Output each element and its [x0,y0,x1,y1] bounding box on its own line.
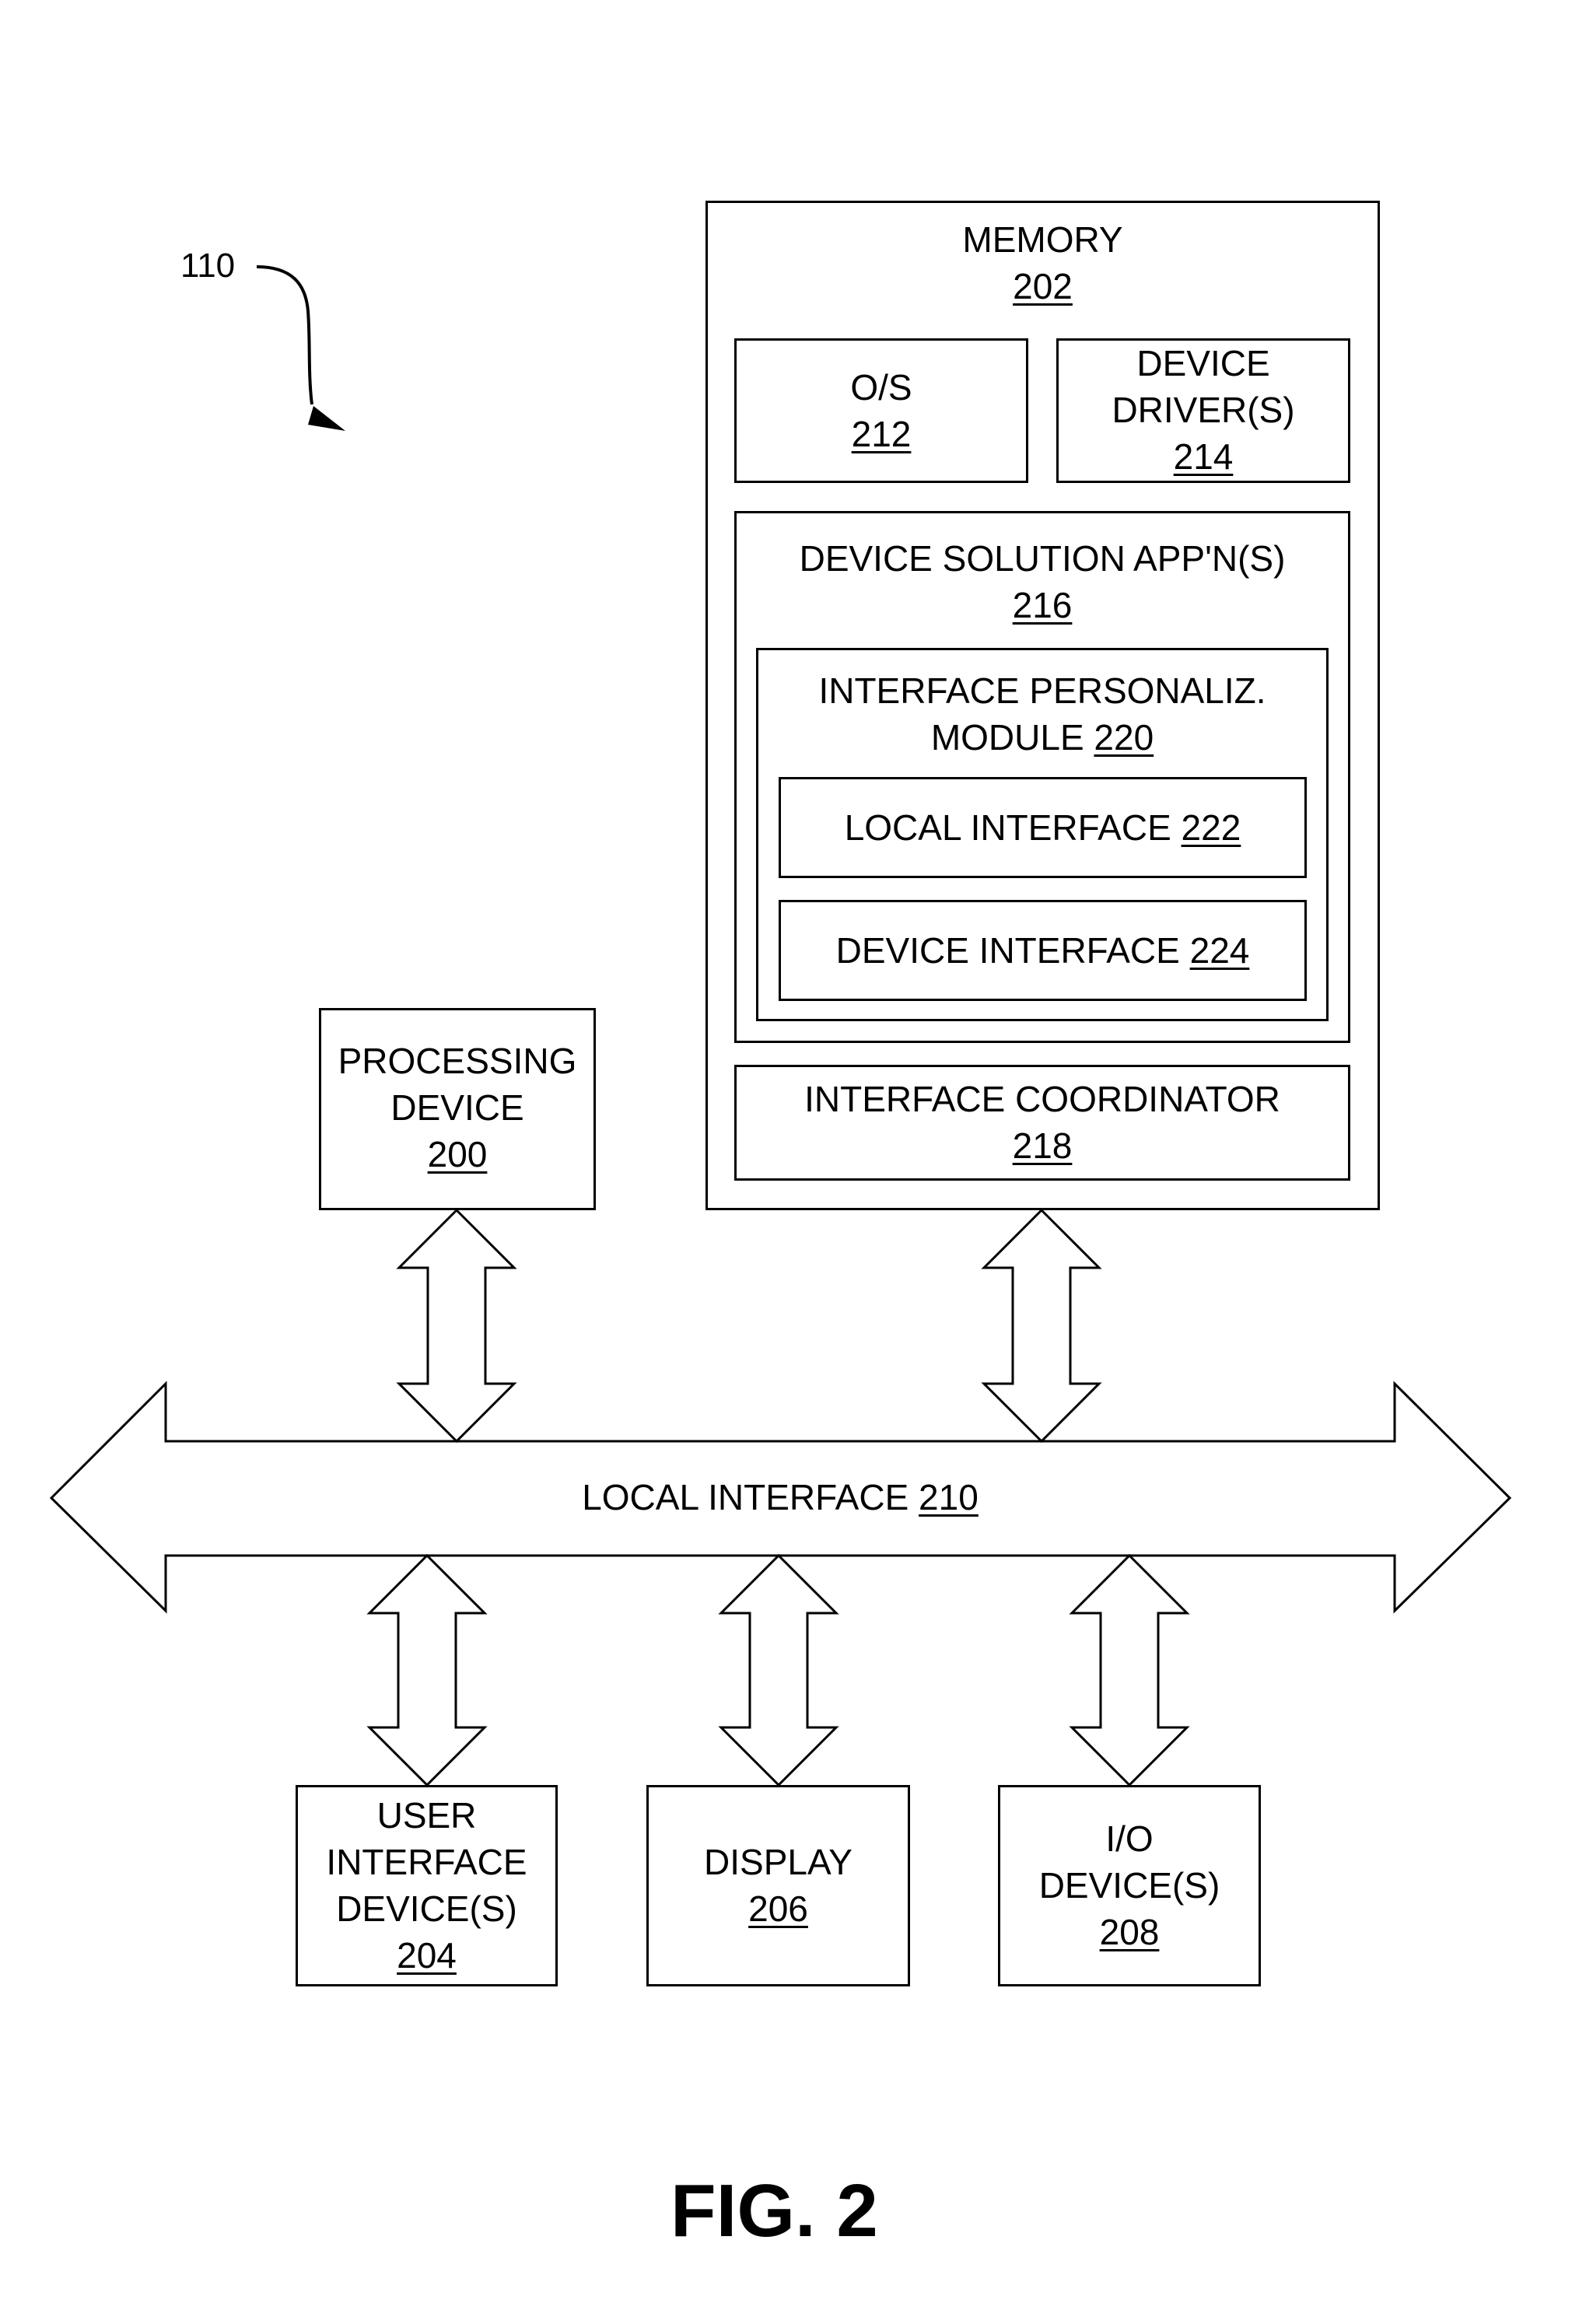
local-interface-222-label: LOCAL INTERFACE 222 [779,804,1307,851]
os-ref: 212 [851,414,912,454]
local-interface-222-title: LOCAL INTERFACE [844,807,1171,848]
os-label: O/S 212 [734,364,1028,457]
ui-devices-bus-arrow-icon [366,1553,488,1787]
memory-label: MEMORY 202 [705,216,1380,310]
interface-personalization-module-label: INTERFACE PERSONALIZ. MODULE 220 [756,667,1329,761]
io-devices-ref: 208 [1099,1912,1160,1952]
display-bus-arrow-icon [718,1553,839,1787]
interface-coordinator-ref: 218 [1012,1125,1073,1166]
processing-device-label: PROCESSING DEVICE 200 [319,1038,596,1178]
processing-device-ref: 200 [427,1134,488,1174]
device-interface-224-title: DEVICE INTERFACE [835,930,1180,971]
ui-devices-title-line1: USER [376,1795,477,1836]
memory-title: MEMORY [962,219,1123,260]
io-devices-title-line1: I/O [1105,1818,1154,1859]
local-interface-bus-title: LOCAL INTERFACE [582,1477,909,1517]
reference-leader-line [256,265,313,405]
figure-reference-number: 110 [180,247,236,285]
io-devices-title-line2: DEVICE(S) [1038,1865,1220,1906]
display-title: DISPLAY [704,1842,853,1882]
ipm-title-line2: MODULE [930,717,1084,758]
os-title: O/S [850,367,912,408]
device-drivers-label: DEVICE DRIVER(S) 214 [1056,340,1350,480]
memory-bus-arrow-icon [981,1208,1102,1444]
display-label: DISPLAY 206 [646,1839,910,1932]
ui-devices-ref: 204 [397,1935,457,1976]
user-interface-devices-label: USER INTERFACE DEVICE(S) 204 [296,1792,558,1979]
device-interface-224-label: DEVICE INTERFACE 224 [779,927,1307,974]
memory-ref: 202 [1013,266,1073,306]
reference-arrowhead-icon [308,406,345,431]
io-devices-label: I/O DEVICE(S) 208 [998,1815,1261,1955]
device-solution-apps-ref: 216 [1012,585,1073,625]
interface-coordinator-label: INTERFACE COORDINATOR 218 [734,1076,1350,1169]
local-interface-bus-ref: 210 [919,1477,979,1517]
io-devices-bus-arrow-icon [1069,1553,1190,1787]
processing-device-title-line2: DEVICE [390,1087,524,1128]
ipm-ref: 220 [1094,717,1154,758]
device-solution-apps-title: DEVICE SOLUTION APP'N(S) [799,538,1286,579]
device-interface-224-ref: 224 [1189,930,1250,971]
device-drivers-title-line2: DRIVER(S) [1112,390,1295,430]
processing-bus-arrow-icon [396,1208,517,1444]
local-interface-222-ref: 222 [1181,807,1241,848]
figure-title: FIG. 2 [670,2169,878,2252]
ui-devices-title-line2: INTERFACE [326,1842,527,1882]
device-solution-apps-label: DEVICE SOLUTION APP'N(S) 216 [734,535,1350,628]
display-ref: 206 [748,1888,808,1929]
ui-devices-title-line3: DEVICE(S) [336,1888,517,1929]
local-interface-bus-label: LOCAL INTERFACE 210 [166,1474,1395,1521]
ipm-title-line1: INTERFACE PERSONALIZ. [818,670,1266,711]
device-drivers-ref: 214 [1173,436,1234,477]
processing-device-title-line1: PROCESSING [338,1041,577,1081]
device-drivers-title-line1: DEVICE [1136,343,1270,383]
interface-coordinator-title: INTERFACE COORDINATOR [804,1079,1280,1119]
